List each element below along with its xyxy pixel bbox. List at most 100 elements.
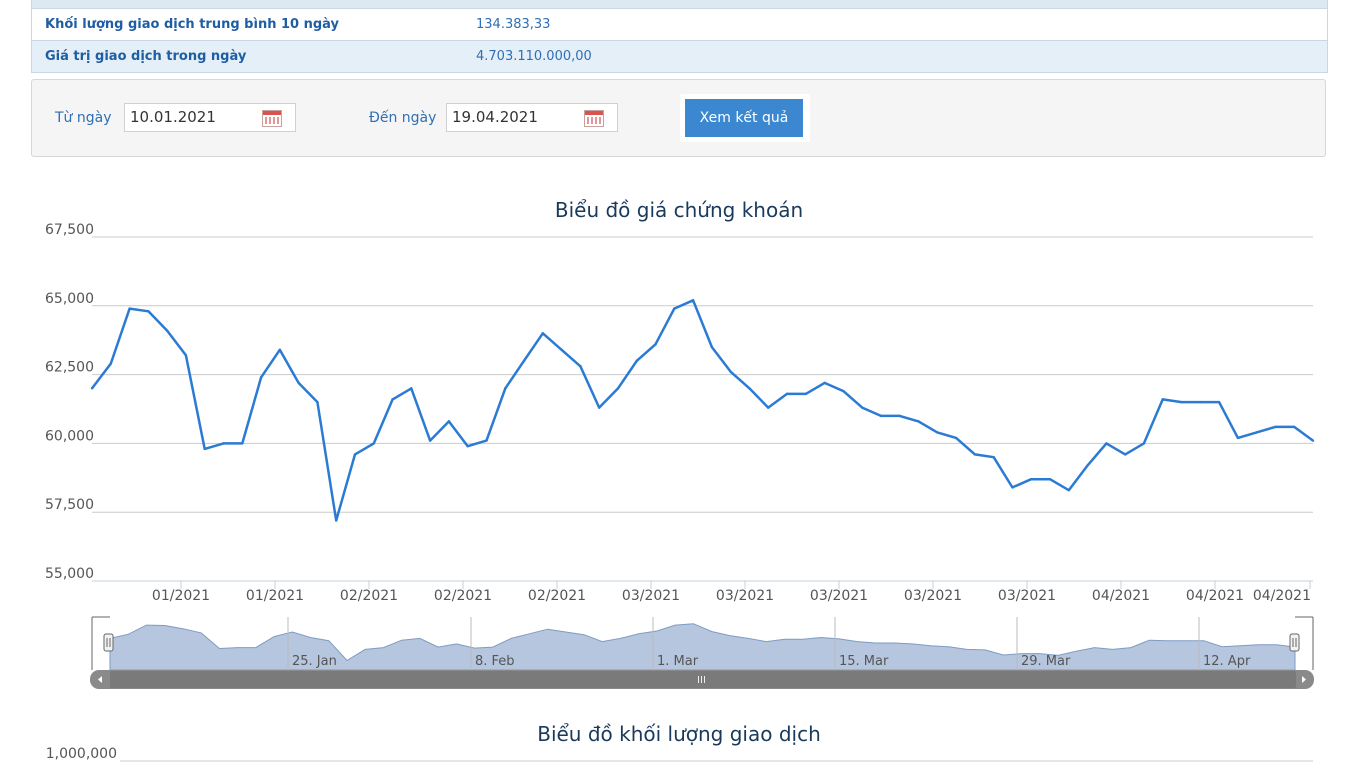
- price-data-point: [128, 307, 131, 310]
- price-data-point: [673, 307, 676, 310]
- price-data-point: [597, 406, 601, 409]
- price-data-point: [447, 420, 451, 423]
- x-tick-label: 04/2021: [1186, 588, 1244, 604]
- price-data-point: [466, 444, 469, 448]
- y-tick-label: 67,500: [45, 222, 94, 238]
- price-chart-title: Biểu đồ giá chứng khoán: [555, 198, 803, 222]
- x-tick-label: 01/2021: [246, 588, 304, 604]
- price-data-point: [560, 348, 563, 352]
- price-data-point: [616, 387, 620, 390]
- x-tick-label: 03/2021: [904, 588, 962, 604]
- price-data-point: [241, 442, 244, 445]
- navigator-right-handle[interactable]: [1289, 633, 1300, 652]
- y-tick-label: 62,500: [45, 360, 94, 376]
- price-data-point: [1293, 425, 1296, 429]
- volume-chart-title: Biểu đồ khối lượng giao dịch: [537, 722, 821, 746]
- price-data-point: [90, 387, 94, 390]
- price-data-point: [184, 354, 188, 357]
- price-data-point: [1086, 464, 1089, 467]
- navigator-date-label: 12. Apr: [1203, 654, 1251, 669]
- price-chart-gridlines: [92, 236, 1313, 582]
- price-data-point: [1067, 488, 1071, 492]
- price-data-point: [729, 370, 732, 374]
- price-data-point: [1199, 400, 1202, 404]
- x-tick-label: 03/2021: [998, 588, 1056, 604]
- price-data-point: [954, 436, 958, 440]
- price-data-point: [372, 442, 375, 445]
- price-data-point: [222, 442, 225, 445]
- price-data-point: [860, 406, 864, 409]
- navigator-date-label: 29. Mar: [1021, 654, 1071, 669]
- price-data-point: [316, 400, 319, 404]
- price-data-point: [785, 392, 789, 396]
- price-data-point: [767, 406, 770, 409]
- scrollbar-thumb[interactable]: [110, 671, 1296, 688]
- price-data-point: [203, 447, 206, 451]
- x-tick-label: 04/2021: [1253, 588, 1311, 604]
- navigator-date-label: 1. Mar: [657, 654, 699, 669]
- price-data-point: [297, 381, 300, 385]
- price-data-point: [691, 299, 695, 302]
- navigator-date-label: 25. Jan: [292, 654, 337, 669]
- x-tick-label: 04/2021: [1092, 588, 1150, 604]
- navigator-date-label: 15. Mar: [839, 654, 889, 669]
- price-data-point: [1142, 442, 1146, 445]
- price-data-point: [1311, 439, 1315, 442]
- price-data-point: [992, 455, 995, 459]
- y-tick-label: 57,500: [45, 497, 94, 513]
- range-navigator[interactable]: 25. Jan 8. Feb 1. Mar 15. Mar 29. Mar 12. Apr: [91, 616, 1314, 671]
- price-chart: Biểu đồ giá chứng khoán 55,000 57,500 60,0…: [45, 198, 1315, 762]
- x-tick-label: 03/2021: [810, 588, 868, 604]
- price-data-point: [898, 414, 901, 418]
- x-tick-label: 02/2021: [340, 588, 398, 604]
- navigator-scrollbar[interactable]: [90, 670, 1314, 689]
- price-data-point: [485, 439, 488, 442]
- price-data-point: [1274, 425, 1277, 429]
- price-data-point: [1123, 453, 1127, 456]
- price-data-point: [428, 439, 432, 442]
- x-tick-label: 01/2021: [152, 588, 210, 604]
- y-tick-label: 55,000: [45, 566, 94, 582]
- price-data-point: [804, 392, 808, 396]
- navigator-left-handle[interactable]: [103, 633, 114, 652]
- price-data-point: [147, 310, 150, 313]
- price-data-point: [1048, 477, 1052, 481]
- x-tick-label: 03/2021: [622, 588, 680, 604]
- volume-y-tick-label: 1,000,000: [46, 746, 117, 762]
- price-data-point: [710, 345, 714, 349]
- price-data-point: [522, 359, 526, 363]
- price-data-point: [1011, 486, 1014, 489]
- price-data-point: [335, 519, 338, 522]
- price-data-point: [391, 398, 394, 401]
- price-data-point: [1217, 400, 1221, 404]
- price-data-point: [579, 365, 582, 368]
- y-tick-label: 65,000: [45, 291, 94, 307]
- price-data-point: [973, 453, 977, 456]
- price-data-point: [353, 453, 357, 456]
- price-data-point: [748, 387, 751, 390]
- price-data-point: [654, 343, 657, 346]
- price-data-point: [165, 329, 169, 332]
- price-data-point: [1236, 436, 1240, 440]
- y-tick-label: 60,000: [45, 428, 94, 444]
- price-data-point: [936, 431, 939, 434]
- price-data-point: [109, 362, 112, 365]
- x-tick-label: 02/2021: [434, 588, 492, 604]
- price-data-point: [504, 387, 507, 390]
- x-tick-label: 02/2021: [528, 588, 586, 604]
- price-data-point: [823, 381, 826, 385]
- price-data-point: [1105, 442, 1108, 445]
- price-chart-y-axis: 55,000 57,500 60,000 62,500 65,000 67,500: [45, 222, 94, 582]
- price-data-point: [1161, 398, 1164, 401]
- price-series-points: [90, 299, 1315, 522]
- price-data-point: [1255, 431, 1258, 434]
- price-data-point: [410, 387, 413, 390]
- price-chart-x-axis: 01/2021 01/2021 02/2021 02/2021 02/2021 03/20…: [152, 581, 1311, 604]
- price-data-point: [1180, 400, 1183, 404]
- price-data-point: [842, 389, 845, 393]
- x-tick-label: 03/2021: [716, 588, 774, 604]
- price-data-point: [879, 414, 883, 418]
- price-data-point: [278, 348, 282, 352]
- price-data-point: [917, 420, 920, 423]
- price-data-point: [541, 332, 545, 335]
